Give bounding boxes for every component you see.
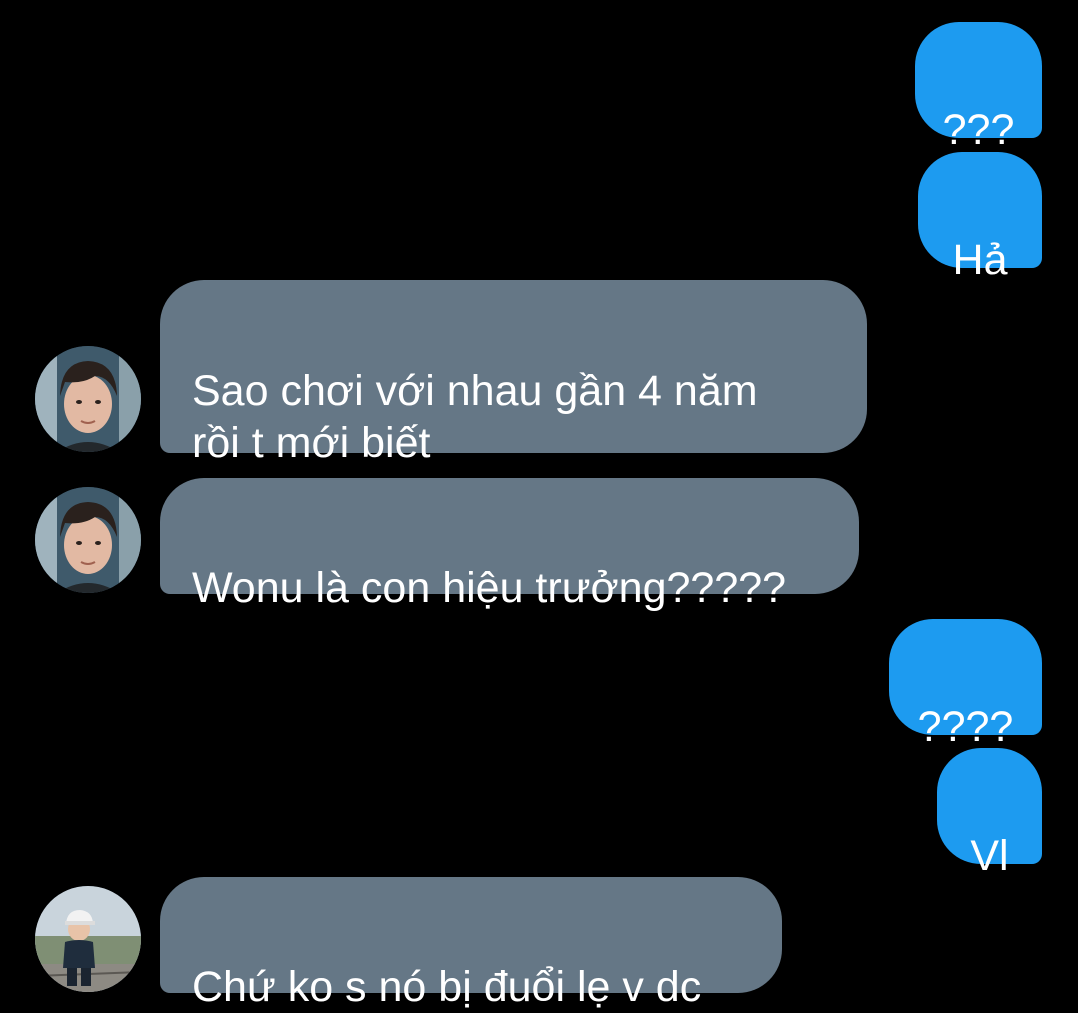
- incoming-message-bubble[interactable]: Wonu là con hiệu trưởng?????: [160, 478, 859, 612]
- avatar-child-with-cap-outdoors-icon: [35, 886, 141, 992]
- message-text: Vl: [970, 832, 1009, 880]
- outgoing-message-bubble[interactable]: ????: [889, 619, 1042, 751]
- outgoing-message-bubble[interactable]: Hả: [918, 152, 1042, 284]
- message-text: Hả: [952, 236, 1008, 284]
- message-text: Wonu là con hiệu trưởng?????: [192, 564, 787, 612]
- contact-avatar[interactable]: [35, 487, 141, 593]
- outgoing-message-bubble[interactable]: ???: [915, 22, 1042, 154]
- message-text: ????: [917, 703, 1014, 751]
- incoming-message-bubble[interactable]: Chứ ko s nó bị đuổi lẹ v dc: [160, 877, 782, 1011]
- outgoing-message-bubble[interactable]: Vl: [937, 748, 1042, 880]
- contact-avatar[interactable]: [35, 346, 141, 452]
- message-text: Sao chơi với nhau gần 4 năm rồi t mới bi…: [192, 367, 758, 467]
- avatar-young-man-dark-hair-icon: [35, 487, 141, 593]
- incoming-message-bubble[interactable]: Sao chơi với nhau gần 4 năm rồi t mới bi…: [160, 280, 867, 467]
- avatar-young-man-dark-hair-icon: [35, 346, 141, 452]
- message-text: ???: [942, 106, 1015, 154]
- contact-avatar[interactable]: [35, 886, 141, 992]
